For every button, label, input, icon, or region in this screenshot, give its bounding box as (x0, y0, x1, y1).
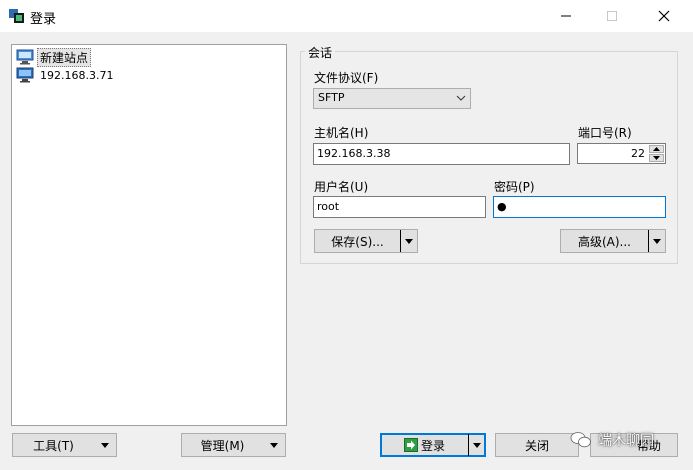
site-item-label: 新建站点 (37, 47, 92, 67)
dropdown-arrow-icon (101, 442, 109, 448)
save-dropdown-button[interactable] (400, 230, 417, 252)
close-window-button[interactable] (641, 0, 687, 32)
new-site-icon (16, 49, 34, 65)
close-button-label: 关闭 (524, 438, 549, 453)
close-button[interactable]: 关闭 (495, 433, 579, 457)
advanced-button[interactable]: 高级(A)... (560, 229, 666, 253)
arrow-up-icon (653, 147, 660, 151)
login-icon (403, 438, 418, 452)
site-item-label: 192.168.3.71 (40, 68, 114, 82)
dropdown-arrow-icon (270, 442, 278, 448)
manage-button[interactable]: 管理(M) (181, 433, 286, 457)
chevron-down-icon (456, 95, 466, 101)
manage-button-label: 管理(M) (200, 438, 245, 453)
host-label: 主机名(H) (314, 126, 369, 140)
maximize-icon (607, 11, 617, 21)
maximize-button[interactable] (589, 0, 635, 32)
computer-icon (16, 67, 34, 83)
user-label: 用户名(U) (314, 180, 369, 194)
site-item-host[interactable]: 192.168.3.71 (16, 66, 116, 84)
dropdown-arrow-icon (405, 238, 413, 244)
minimize-icon (561, 15, 571, 17)
password-input[interactable]: ● (493, 196, 666, 218)
window-title: 登录 (30, 12, 57, 27)
site-tree[interactable]: 新建站点 192.168.3.71 (11, 44, 287, 426)
advanced-button-label: 高级(A)... (577, 234, 632, 249)
port-label: 端口号(R) (578, 126, 632, 140)
app-icon (9, 9, 24, 23)
user-input[interactable]: root (313, 196, 486, 218)
port-stepper[interactable]: 22 (577, 143, 666, 164)
close-icon (658, 10, 670, 22)
login-dropdown-button[interactable] (468, 434, 485, 456)
host-input[interactable]: 192.168.3.38 (313, 143, 570, 165)
password-label: 密码(P) (494, 180, 535, 194)
watermark: 端木聊园 (570, 430, 654, 450)
login-button-label: 登录 (420, 438, 445, 453)
login-button[interactable]: 登录 (380, 433, 486, 457)
arrow-down-icon (653, 156, 660, 160)
tools-button-label: 工具(T) (33, 438, 74, 453)
save-button-label: 保存(S)... (331, 234, 384, 249)
save-button[interactable]: 保存(S)... (314, 229, 418, 253)
dropdown-arrow-icon (473, 442, 481, 448)
port-up-button[interactable] (649, 145, 664, 153)
wechat-icon (570, 432, 591, 448)
port-down-button[interactable] (649, 154, 664, 162)
title-bar: 登录 (0, 0, 693, 32)
advanced-dropdown-button[interactable] (648, 230, 665, 252)
watermark-text: 端木聊园 (598, 433, 654, 449)
session-group-title: 会话 (305, 44, 336, 61)
dropdown-arrow-icon (653, 238, 661, 244)
protocol-select[interactable]: SFTP (313, 88, 471, 109)
site-item-new[interactable]: 新建站点 (16, 47, 92, 67)
protocol-value: SFTP (318, 91, 345, 104)
minimize-button[interactable] (543, 0, 589, 32)
tools-button[interactable]: 工具(T) (12, 433, 117, 457)
port-value: 22 (631, 147, 645, 160)
protocol-label: 文件协议(F) (314, 71, 379, 85)
